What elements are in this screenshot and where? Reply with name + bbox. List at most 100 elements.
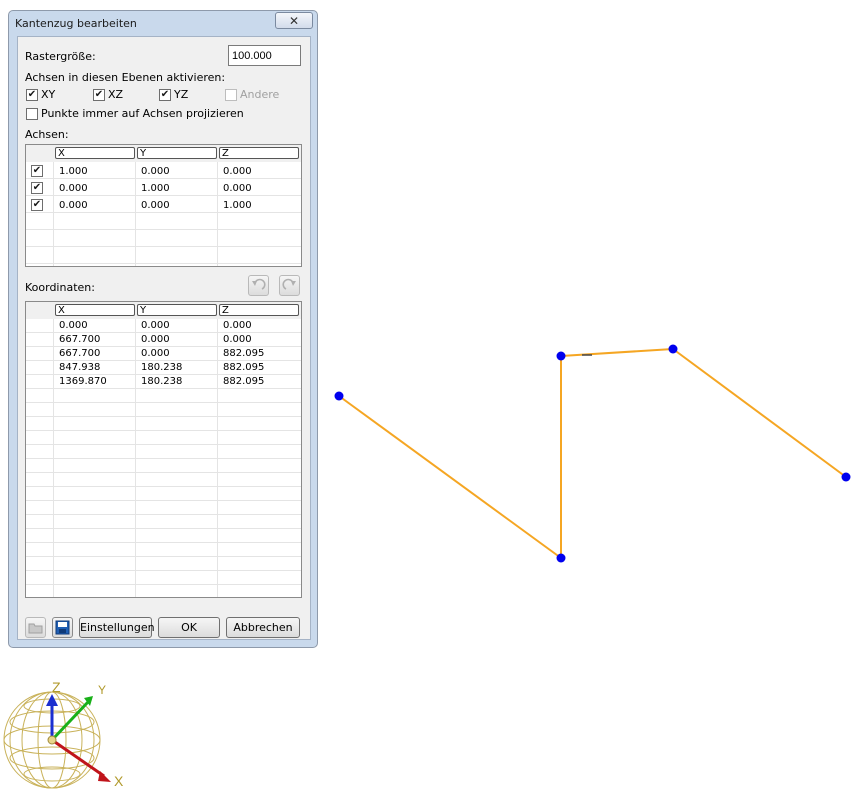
table-cell[interactable]: 0.000 (223, 183, 252, 194)
table-cell[interactable]: 0.000 (59, 183, 88, 194)
table-row[interactable]: 847.938 180.238 882.095 (26, 361, 301, 375)
table-row[interactable] (26, 230, 301, 247)
table-row[interactable] (26, 431, 301, 445)
plane-xz-checkbox[interactable]: ✔ (93, 89, 105, 101)
settings-button[interactable]: Einstellungen (79, 617, 155, 638)
vertex-handle (668, 344, 678, 354)
coordinates-label: Koordinaten: (25, 281, 95, 294)
column-header[interactable]: X (55, 304, 135, 316)
table-cell[interactable]: 0.000 (141, 348, 170, 359)
ok-button[interactable]: OK (158, 617, 220, 638)
axes-table[interactable]: X Y Z ✔ 1.000 0.000 0.000 ✔ 0.000 1.000 … (25, 144, 302, 267)
polyline-vertices[interactable] (334, 344, 851, 563)
table-row[interactable] (26, 473, 301, 487)
axis-row-checkbox[interactable]: ✔ (31, 182, 43, 194)
vertex-handle (556, 351, 566, 361)
table-row[interactable]: ✔ 1.000 0.000 0.000 (26, 162, 301, 179)
redo-button[interactable] (279, 275, 300, 296)
column-header[interactable]: X (55, 147, 135, 159)
dialog-client: Rastergröße: Achsen in diesen Ebenen akt… (17, 36, 311, 640)
table-cell[interactable]: 1369.870 (59, 376, 107, 387)
column-header[interactable]: Y (137, 147, 217, 159)
undo-icon (252, 278, 266, 290)
plane-yz-label: YZ (174, 88, 189, 101)
table-row[interactable]: 0.000 0.000 0.000 (26, 319, 301, 333)
polyline-segment (672, 348, 847, 478)
vertex-handle (334, 391, 344, 401)
table-row[interactable] (26, 213, 301, 230)
table-cell[interactable]: 0.000 (141, 334, 170, 345)
column-header[interactable]: Y (137, 304, 217, 316)
table-cell[interactable]: 0.000 (141, 320, 170, 331)
folder-open-icon (28, 623, 43, 634)
save-button[interactable] (52, 617, 73, 638)
table-cell[interactable]: 0.000 (141, 166, 170, 177)
table-row[interactable] (26, 557, 301, 571)
x-axis-label: X (114, 773, 124, 789)
undo-button[interactable] (248, 275, 269, 296)
plane-other-label: Andere (240, 88, 280, 101)
table-row[interactable] (26, 543, 301, 557)
table-cell[interactable]: 0.000 (223, 334, 252, 345)
table-row[interactable] (26, 501, 301, 515)
grid-size-input[interactable] (228, 45, 301, 66)
table-cell[interactable]: 0.000 (223, 166, 252, 177)
column-header[interactable]: Z (219, 147, 299, 159)
table-cell[interactable]: 882.095 (223, 348, 264, 359)
table-row[interactable] (26, 417, 301, 431)
polyline-segment (560, 348, 674, 357)
project-on-axes-label: Punkte immer auf Achsen projizieren (41, 107, 244, 120)
table-row[interactable] (26, 445, 301, 459)
table-cell[interactable]: 0.000 (59, 200, 88, 211)
table-row[interactable] (26, 487, 301, 501)
plane-xz-label: XZ (108, 88, 124, 101)
axes-label: Achsen: (25, 128, 69, 141)
table-row[interactable] (26, 459, 301, 473)
vertex-handle (841, 472, 851, 482)
table-row[interactable]: 667.700 0.000 0.000 (26, 333, 301, 347)
table-cell[interactable]: 1.000 (223, 200, 252, 211)
table-row[interactable] (26, 515, 301, 529)
table-cell[interactable]: 882.095 (223, 376, 264, 387)
project-on-axes-checkbox[interactable] (26, 108, 38, 120)
polyline[interactable] (338, 348, 847, 559)
close-button[interactable]: ✕ (275, 12, 313, 29)
plane-yz-checkbox[interactable]: ✔ (159, 89, 171, 101)
table-cell[interactable]: 180.238 (141, 362, 182, 373)
table-row[interactable] (26, 529, 301, 543)
table-row[interactable] (26, 571, 301, 585)
table-cell[interactable]: 882.095 (223, 362, 264, 373)
y-axis-label: Y (98, 683, 106, 697)
table-row[interactable] (26, 389, 301, 403)
table-row[interactable] (26, 403, 301, 417)
axis-row-checkbox[interactable]: ✔ (31, 165, 43, 177)
table-cell[interactable]: 847.938 (59, 362, 100, 373)
table-cell[interactable]: 0.000 (141, 200, 170, 211)
table-row[interactable]: 1369.870 180.238 882.095 (26, 375, 301, 389)
table-cell[interactable]: 667.700 (59, 348, 100, 359)
plane-xy-label: XY (41, 88, 56, 101)
coordinates-table[interactable]: X Y Z 0.000 0.000 0.000 667.700 0.000 0.… (25, 301, 302, 598)
table-row[interactable]: ✔ 0.000 0.000 1.000 (26, 196, 301, 213)
table-row[interactable]: ✔ 0.000 1.000 0.000 (26, 179, 301, 196)
plane-xy-checkbox[interactable]: ✔ (26, 89, 38, 101)
dialog-titlebar[interactable]: Kantenzug bearbeiten ✕ (9, 11, 317, 35)
table-cell[interactable]: 180.238 (141, 376, 182, 387)
dialog-title: Kantenzug bearbeiten (15, 17, 137, 30)
table-cell[interactable]: 1.000 (141, 183, 170, 194)
floppy-save-icon (55, 620, 70, 635)
table-cell[interactable]: 0.000 (59, 320, 88, 331)
table-row[interactable] (26, 247, 301, 264)
table-cell[interactable]: 667.700 (59, 334, 100, 345)
table-row[interactable]: 667.700 0.000 882.095 (26, 347, 301, 361)
cancel-button[interactable]: Abbrechen (226, 617, 300, 638)
y-axis-arrow-icon (50, 696, 93, 742)
axis-gizmo[interactable]: Z Y X (3, 679, 124, 789)
column-header[interactable]: Z (219, 304, 299, 316)
open-button[interactable] (25, 617, 46, 638)
table-cell[interactable]: 1.000 (59, 166, 88, 177)
axis-row-checkbox[interactable]: ✔ (31, 199, 43, 211)
table-cell[interactable]: 0.000 (223, 320, 252, 331)
plane-other-checkbox[interactable] (225, 89, 237, 101)
polyline-segment (338, 395, 562, 559)
